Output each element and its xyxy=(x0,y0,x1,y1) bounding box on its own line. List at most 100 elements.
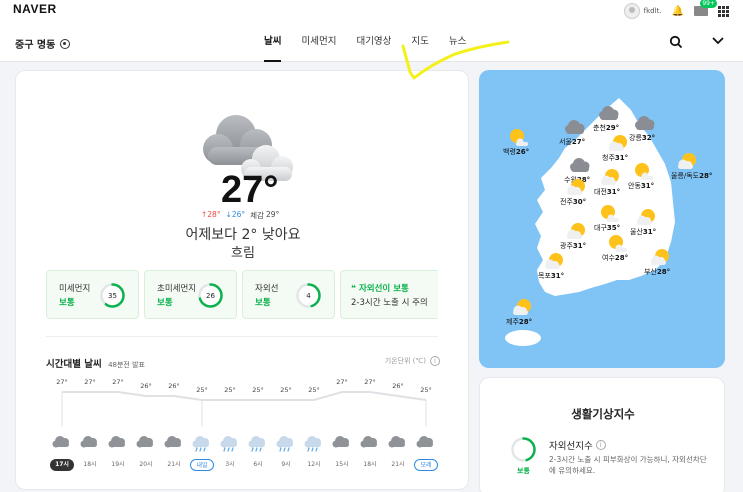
tab-list: 날씨 미세먼지 대기영상 지도 뉴스 xyxy=(264,22,466,62)
search-icon[interactable] xyxy=(669,35,683,49)
mail-icon[interactable]: 99+ xyxy=(694,0,717,16)
map-city[interactable]: 대구35° xyxy=(594,223,620,233)
bell-icon[interactable]: 🔔 xyxy=(672,6,684,17)
map-city-temp: 29° xyxy=(605,124,620,132)
air-item-name: 자외선 xyxy=(255,284,279,294)
map-city-temp: 32° xyxy=(641,134,656,142)
announced-time: 48분전 발표 xyxy=(108,361,145,369)
map-city[interactable]: 제주28° xyxy=(506,317,532,327)
top-bar: NAVER fkdlt. 🔔 99+ xyxy=(0,0,743,22)
map-city-temp: 31° xyxy=(642,228,657,236)
air-quality-item[interactable]: 미세먼지 보통 35 xyxy=(46,270,139,319)
cloud-icon xyxy=(331,434,353,450)
divider xyxy=(46,336,438,337)
map-city[interactable]: 부산28° xyxy=(644,267,670,277)
map-city[interactable]: 안동31° xyxy=(628,181,654,191)
hourly-title: 시간대별 날씨 48분전 발표 xyxy=(46,356,145,370)
rain-icon xyxy=(191,434,213,452)
map-city[interactable]: 울산31° xyxy=(630,227,656,237)
hourly-time-label: 20시 xyxy=(139,461,153,468)
cloud-icon xyxy=(359,434,381,450)
hourly-temp: 26° xyxy=(168,382,180,390)
map-city[interactable]: 목포31° xyxy=(538,271,564,281)
hourly-time-label: 21시 xyxy=(167,461,181,468)
info-icon[interactable]: i xyxy=(595,440,606,450)
map-city-temp: 28° xyxy=(518,318,533,326)
map-city-temp: 31° xyxy=(614,154,629,162)
air-gauge: 4 xyxy=(296,283,321,308)
low-temp: ↓26° xyxy=(225,210,246,219)
uv-index-name[interactable]: 자외선지수 i xyxy=(549,438,606,452)
location-target-icon[interactable] xyxy=(60,38,71,49)
map-city[interactable]: 대전31° xyxy=(594,187,620,197)
top-bar-right: fkdlt. 🔔 99+ xyxy=(623,0,729,22)
current-weather-card: 27° ↑28° ↓26° 체감 29° 어제보다 2° 낮아요 흐림 미세먼지… xyxy=(15,70,469,490)
hourly-time-label[interactable]: 모레 xyxy=(414,459,438,471)
air-gauge-value: 26 xyxy=(206,292,215,300)
map-city-name: 청주 xyxy=(602,154,615,162)
map-city[interactable]: 울릉/독도28° xyxy=(671,171,712,181)
air-item-status: 보통 xyxy=(157,298,173,308)
cloud-icon xyxy=(107,434,129,450)
uv-index-name-text: 자외선지수 xyxy=(549,441,593,452)
air-quality-item[interactable]: 초미세먼지 보통 26 xyxy=(144,270,237,319)
map-city-temp: 28° xyxy=(614,254,629,262)
map-city-name: 광주 xyxy=(560,242,573,250)
hourly-time-label[interactable]: 내일 xyxy=(190,459,214,471)
naver-logo[interactable]: NAVER xyxy=(13,2,57,16)
hourly-time-label: 19시 xyxy=(111,461,125,468)
map-city[interactable]: 강릉32° xyxy=(629,133,655,143)
cloud-icon xyxy=(163,434,185,450)
map-city-name: 부산 xyxy=(644,268,657,276)
uv-index-gauge xyxy=(511,437,536,462)
weather-map-card[interactable]: 춘천29° 서울27° 강릉32° 백령26° 청주31° 수원28° 울릉/독도28° 대전… xyxy=(479,70,725,368)
avatar[interactable] xyxy=(623,3,640,19)
apps-grid-icon[interactable] xyxy=(718,5,729,17)
uv-index-description: 2-3시간 노출 시 피부화상이 가능하니, 자외선차단에 유의하세요. xyxy=(549,455,707,475)
nav-bar: 중구 명동 날씨 미세먼지 대기영상 지도 뉴스 xyxy=(0,22,743,62)
tab-3[interactable]: 지도 xyxy=(411,22,428,62)
hourly-title-text: 시간대별 날씨 xyxy=(46,359,102,370)
map-city[interactable]: 서울27° xyxy=(559,137,585,147)
tab-2[interactable]: 대기영상 xyxy=(356,22,391,62)
map-city[interactable]: 청주31° xyxy=(602,153,628,163)
cloud-icon xyxy=(51,434,73,450)
map-city-temp: 35° xyxy=(606,224,621,232)
life-index-title: 생활기상지수 xyxy=(571,407,635,421)
tab-0[interactable]: 날씨 xyxy=(264,22,282,62)
map-city[interactable]: 여수28° xyxy=(602,253,628,263)
map-city[interactable]: 백령26° xyxy=(503,147,529,157)
map-city-name: 전주 xyxy=(560,198,573,206)
map-city-name: 제주 xyxy=(506,318,519,326)
tab-1[interactable]: 미세먼지 xyxy=(301,22,336,62)
map-city[interactable]: 춘천29° xyxy=(593,123,619,133)
map-city-name: 백령 xyxy=(503,148,516,156)
hourly-forecast[interactable]: 27° 17시 27° 18시 27° 19시 26° 20시 26° 21시 25° 내일 25° 3시… xyxy=(46,376,438,486)
location-selector[interactable]: 중구 명동 xyxy=(15,36,71,51)
rain-icon xyxy=(303,434,325,452)
temperature-unit: 기온단위 (℃) i xyxy=(385,356,440,366)
hourly-temp: 25° xyxy=(224,386,236,394)
map-city-name: 안동 xyxy=(628,182,641,190)
uv-note-box[interactable]: ❝ 자외선이 보통 2-3시간 노출 시 주의 xyxy=(340,270,438,319)
air-item-status: 보통 xyxy=(255,298,271,308)
feels-like-temp: 29° xyxy=(265,210,280,219)
rain-icon xyxy=(275,434,297,452)
map-city-temp: 26° xyxy=(515,148,530,156)
tab-4[interactable]: 뉴스 xyxy=(449,22,466,62)
map-city-name: 목포 xyxy=(538,272,551,280)
map-city-temp: 28° xyxy=(699,172,713,180)
user-id[interactable]: fkdlt. xyxy=(644,7,662,15)
hourly-temp: 25° xyxy=(280,386,292,394)
info-icon[interactable]: i xyxy=(430,356,440,366)
map-city[interactable]: 광주31° xyxy=(560,241,586,251)
air-gauge-value: 35 xyxy=(108,292,117,300)
hourly-temp: 25° xyxy=(420,386,432,394)
hourly-time-label[interactable]: 17시 xyxy=(50,459,74,471)
map-city[interactable]: 전주30° xyxy=(560,197,586,207)
map-city-name: 대전 xyxy=(594,188,607,196)
hourly-temp: 27° xyxy=(364,378,376,386)
air-quality-item[interactable]: 자외선보통 4 xyxy=(242,270,335,319)
chevron-down-icon[interactable] xyxy=(711,33,725,47)
air-gauge: 26 xyxy=(198,283,223,308)
